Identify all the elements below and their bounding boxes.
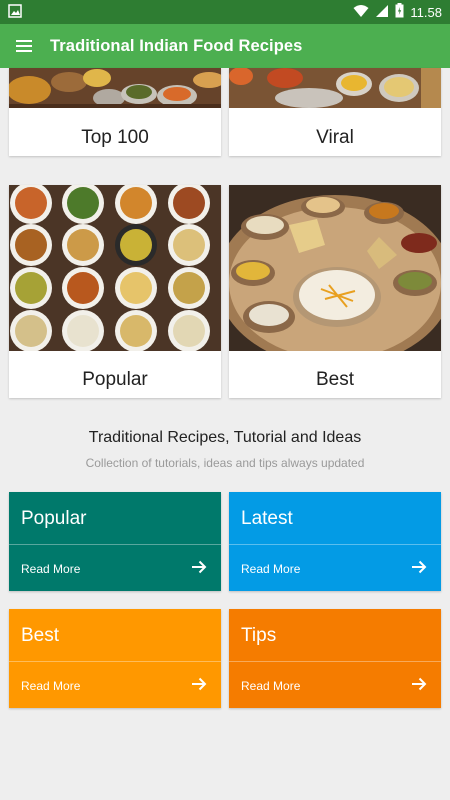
app-title: Traditional Indian Food Recipes — [50, 36, 303, 55]
best-image — [229, 185, 441, 351]
category-card-popular[interactable]: Popular — [9, 185, 221, 398]
arrow-right-icon[interactable] — [191, 559, 207, 580]
tile-divider — [229, 661, 441, 662]
app-toolbar: Traditional Indian Food Recipes — [0, 24, 450, 68]
wifi-icon — [353, 4, 369, 21]
viral-image — [229, 68, 441, 108]
tile-title: Tips — [241, 625, 277, 646]
arrow-right-icon[interactable] — [411, 676, 427, 697]
top-100-image — [9, 68, 221, 108]
tile-best[interactable]: Best Read More — [9, 609, 221, 708]
category-label: Viral — [316, 127, 354, 148]
signal-icon — [375, 4, 389, 21]
gallery-notification-icon — [8, 4, 22, 23]
arrow-right-icon[interactable] — [411, 559, 427, 580]
category-card-best[interactable]: Best — [229, 185, 441, 398]
tile-latest[interactable]: Latest Read More — [229, 492, 441, 591]
read-more-link[interactable]: Read More — [241, 679, 300, 693]
category-label: Popular — [82, 369, 148, 390]
tile-title: Best — [21, 625, 60, 646]
tile-title: Popular — [21, 508, 87, 529]
status-time: 11.58 — [410, 4, 442, 20]
tile-tips[interactable]: Tips Read More — [229, 609, 441, 708]
status-bar: 11.58 — [0, 0, 450, 24]
tile-popular[interactable]: Popular Read More — [9, 492, 221, 591]
tile-divider — [9, 544, 221, 545]
section-title: Traditional Recipes, Tutorial and Ideas — [88, 429, 362, 446]
category-card-viral[interactable]: Viral — [229, 68, 441, 156]
tile-title: Latest — [241, 508, 293, 529]
popular-image — [9, 185, 221, 351]
category-label: Top 100 — [81, 127, 149, 148]
read-more-link[interactable]: Read More — [21, 679, 80, 693]
tile-divider — [229, 544, 441, 545]
category-label: Best — [315, 369, 355, 390]
category-card-top-100[interactable]: Top 100 — [9, 68, 221, 156]
section-subtitle: Collection of tutorials, ideas and tips … — [85, 456, 365, 470]
read-more-link[interactable]: Read More — [21, 562, 80, 576]
battery-icon — [395, 3, 404, 21]
arrow-right-icon[interactable] — [191, 676, 207, 697]
tile-divider — [9, 661, 221, 662]
read-more-link[interactable]: Read More — [241, 562, 300, 576]
menu-icon[interactable] — [0, 24, 48, 68]
